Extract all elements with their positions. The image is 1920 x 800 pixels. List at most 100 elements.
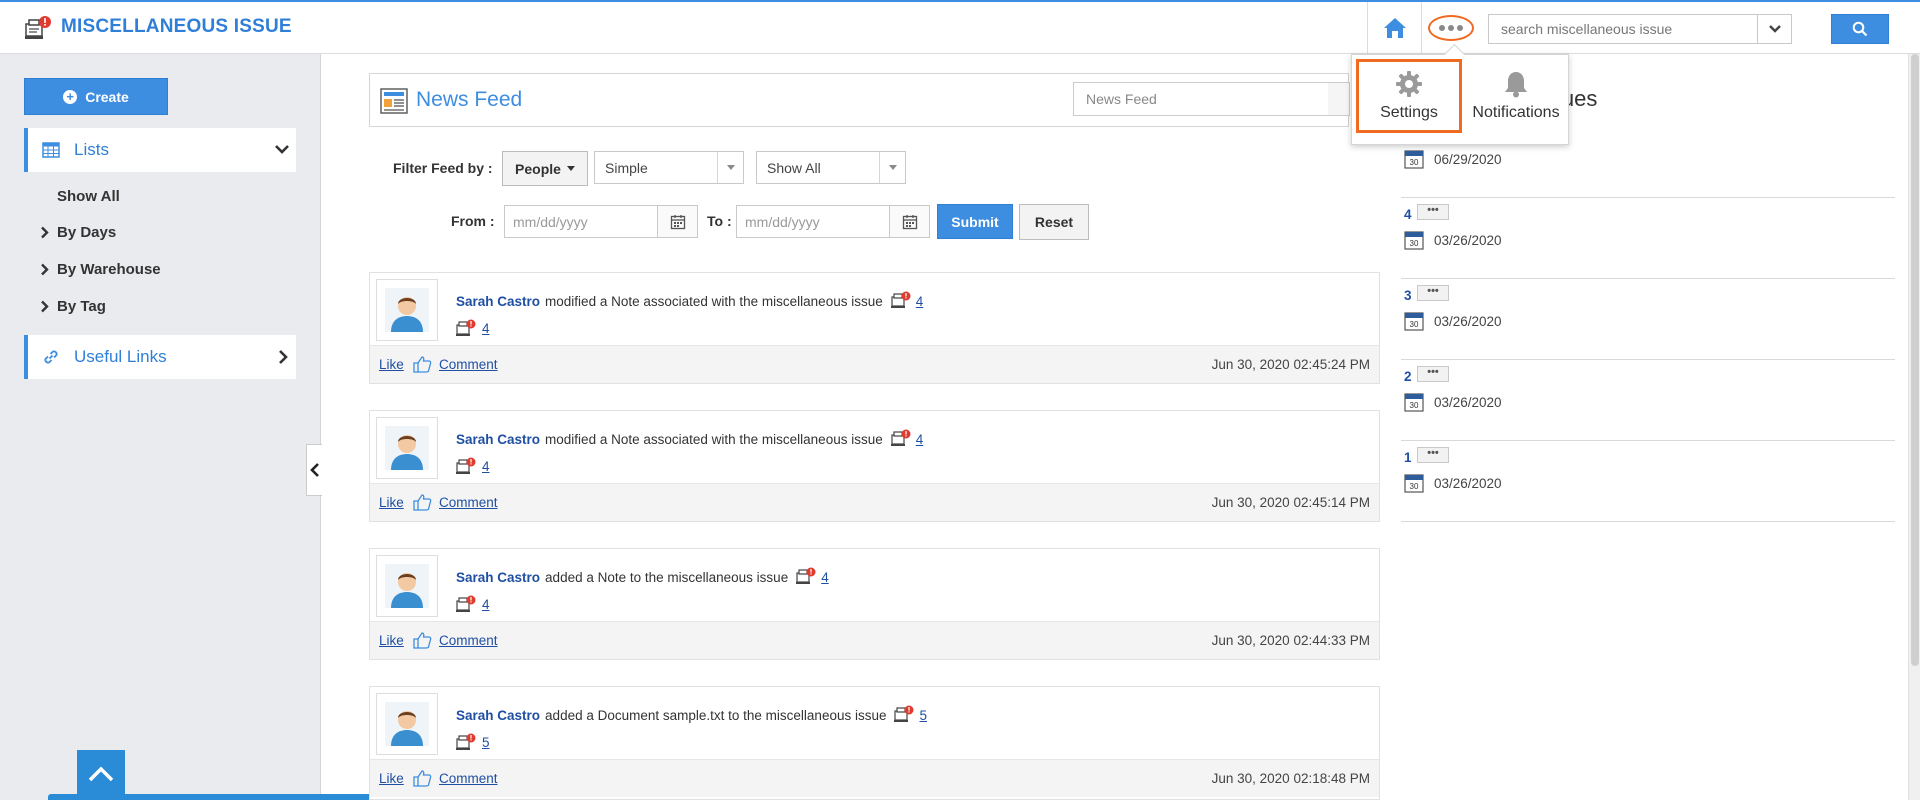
issue-date: 06/29/2020 <box>1434 152 1502 167</box>
sidebar-item-by-days[interactable]: By Days <box>40 224 116 241</box>
from-date-field <box>504 205 698 238</box>
comment-link[interactable]: Comment <box>439 357 498 372</box>
sidebar-lists-header[interactable]: Lists <box>24 128 296 172</box>
issue-number-link[interactable]: 4 <box>1404 207 1412 222</box>
useful-links-label: Useful Links <box>74 347 167 366</box>
svg-text:30: 30 <box>1410 401 1419 410</box>
caret-down-icon <box>726 165 735 170</box>
calendar-icon: 30 <box>1404 150 1424 169</box>
chevron-up-icon <box>88 766 114 782</box>
like-link[interactable]: Like <box>379 495 404 510</box>
feed-sub-issue-link[interactable]: 4 <box>482 597 490 612</box>
submit-button[interactable]: Submit <box>937 204 1013 239</box>
thumbs-up-icon[interactable] <box>412 769 432 787</box>
filter-feed-label: Filter Feed by : <box>393 160 493 176</box>
calendar-icon: 30 <box>1404 231 1424 250</box>
feed-user-link[interactable]: Sarah Castro <box>456 708 540 723</box>
feed-user-link[interactable]: Sarah Castro <box>456 294 540 309</box>
thumbs-up-icon[interactable] <box>412 355 432 373</box>
scrollbar-thumb[interactable] <box>1911 54 1919 666</box>
feed-type-select[interactable]: Simple <box>594 151 744 184</box>
sidebar-useful-links-header[interactable]: Useful Links <box>24 335 296 379</box>
feed-issue-link[interactable]: 4 <box>821 570 829 585</box>
scroll-to-top-button[interactable] <box>77 750 125 798</box>
to-date-input[interactable] <box>737 206 888 237</box>
feed-scope-select[interactable]: Show All <box>756 151 906 184</box>
news-feed-header: News Feed <box>369 73 1350 127</box>
misc-issue-icon <box>894 705 914 726</box>
feed-user-link[interactable]: Sarah Castro <box>456 570 540 585</box>
sidebar-item-by-warehouse[interactable]: By Warehouse <box>40 261 161 278</box>
misc-issue-icon <box>890 291 911 312</box>
from-date-picker-button[interactable] <box>657 206 697 237</box>
thumbs-up-icon[interactable] <box>412 631 432 649</box>
feed-text: Sarah Castro modified a Note associated … <box>456 291 923 312</box>
like-link[interactable]: Like <box>379 633 404 648</box>
misc-issue-icon <box>456 457 476 474</box>
thumbs-up-icon[interactable] <box>412 493 432 511</box>
feed-sub-issue-link[interactable]: 4 <box>482 321 490 336</box>
issue-actions-button[interactable]: ••• <box>1417 447 1449 463</box>
news-feed-search-button[interactable] <box>1328 82 1350 116</box>
comment-link[interactable]: Comment <box>439 771 498 786</box>
feed-action-text: added a Document sample.txt to the misce… <box>545 708 887 723</box>
sidebar-item-by-tag[interactable]: By Tag <box>40 298 106 315</box>
from-date-input[interactable] <box>505 206 656 237</box>
sidebar-item-show-all[interactable]: Show All <box>57 188 120 205</box>
global-search-button[interactable] <box>1831 14 1889 44</box>
feed-sub-line: 4 <box>456 595 490 613</box>
people-filter-button[interactable]: People <box>502 151 588 186</box>
lists-label: Lists <box>74 140 109 159</box>
more-options-button[interactable] <box>1428 15 1474 41</box>
feed-issue-link[interactable]: 4 <box>916 294 924 309</box>
issue-number-link[interactable]: 1 <box>1404 450 1412 465</box>
issue-actions-button[interactable]: ••• <box>1417 204 1449 220</box>
feed-action-bar: Like Comment Jun 30, 2020 02:44:33 PM <box>370 621 1379 659</box>
create-button[interactable]: + Create <box>24 78 168 115</box>
feed-issue-link[interactable]: 5 <box>919 708 927 723</box>
chevron-down-icon <box>1768 25 1781 33</box>
home-button[interactable] <box>1367 2 1422 54</box>
from-label: From : <box>451 213 495 229</box>
gear-icon <box>1396 71 1422 97</box>
issue-number-link[interactable]: 2 <box>1404 369 1412 384</box>
issue-number-link[interactable]: 3 <box>1404 288 1412 303</box>
settings-label: Settings <box>1380 104 1438 121</box>
dot-icon <box>1448 25 1454 31</box>
issue-actions-button[interactable]: ••• <box>1417 285 1449 301</box>
issue-actions-button[interactable]: ••• <box>1417 366 1449 382</box>
collapse-sidebar-button[interactable] <box>306 444 322 496</box>
notifications-menu-item[interactable]: Notifications <box>1466 59 1566 133</box>
calendar-icon: 30 <box>1404 393 1424 412</box>
comment-link[interactable]: Comment <box>439 633 498 648</box>
to-date-picker-button[interactable] <box>889 206 929 237</box>
avatar <box>376 693 438 755</box>
plus-icon: + <box>63 89 78 104</box>
like-link[interactable]: Like <box>379 771 404 786</box>
caret-down-icon <box>888 165 897 170</box>
comment-link[interactable]: Comment <box>439 495 498 510</box>
calendar-icon <box>902 214 917 229</box>
settings-menu-item[interactable]: Settings <box>1356 59 1462 133</box>
news-feed-title: News Feed <box>416 88 523 111</box>
news-feed-search-input[interactable] <box>1073 82 1337 116</box>
issue-list-item: 2 ••• 30 03/26/2020 <box>1401 360 1895 441</box>
to-date-field <box>736 205 930 238</box>
feed-issue-link[interactable]: 4 <box>916 432 924 447</box>
feed-sub-issue-link[interactable]: 5 <box>482 735 490 750</box>
reset-button[interactable]: Reset <box>1019 204 1089 240</box>
feed-action-text: added a Note to the miscellaneous issue <box>545 570 789 585</box>
feed-sub-issue-link[interactable]: 4 <box>482 459 490 474</box>
issue-date: 03/26/2020 <box>1434 395 1502 410</box>
like-link[interactable]: Like <box>379 357 404 372</box>
search-scope-dropdown[interactable] <box>1757 15 1791 43</box>
svg-text:30: 30 <box>1410 239 1419 248</box>
page-scrollbar[interactable] <box>1908 54 1920 800</box>
table-list-icon <box>42 142 60 158</box>
dropdown-arrow <box>717 152 743 183</box>
dot-icon <box>1439 25 1445 31</box>
feed-user-link[interactable]: Sarah Castro <box>456 432 540 447</box>
issue-list-item: 1 ••• 30 03/26/2020 <box>1401 441 1895 522</box>
global-search-input[interactable] <box>1489 15 1757 43</box>
feed-text: Sarah Castro added a Note to the miscell… <box>456 567 829 588</box>
